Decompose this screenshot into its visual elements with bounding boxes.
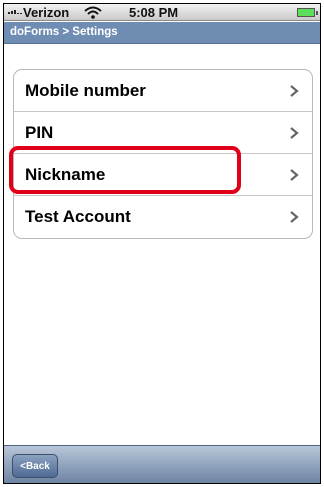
breadcrumb: doForms > Settings xyxy=(10,26,118,38)
battery-icon xyxy=(297,8,318,17)
settings-item-label: Mobile number xyxy=(25,81,146,100)
phone-screen: Verizon 5:08 PM doForms > Settings Mobil… xyxy=(3,3,321,484)
bottom-toolbar: <Back xyxy=(4,445,320,483)
chevron-right-icon xyxy=(290,85,299,97)
chevron-right-icon xyxy=(290,127,299,139)
chevron-right-icon xyxy=(290,169,299,181)
settings-item-label: Test Account xyxy=(25,207,131,226)
settings-item-mobile-number[interactable]: Mobile number xyxy=(14,70,312,112)
status-bar: Verizon 5:08 PM xyxy=(4,4,320,21)
settings-item-nickname[interactable]: Nickname xyxy=(14,154,312,196)
settings-item-label: Nickname xyxy=(25,165,106,184)
settings-content: Mobile number PIN Nickname Test Account xyxy=(4,45,320,445)
settings-item-test-account[interactable]: Test Account xyxy=(14,196,312,238)
settings-item-label: PIN xyxy=(25,123,54,142)
wifi-icon xyxy=(84,6,102,19)
back-button[interactable]: <Back xyxy=(12,454,58,478)
carrier-name: Verizon xyxy=(23,5,70,20)
settings-item-pin[interactable]: PIN xyxy=(14,112,312,154)
status-time: 5:08 PM xyxy=(129,5,179,20)
chevron-right-icon xyxy=(290,211,299,223)
title-bar: doForms > Settings xyxy=(4,22,320,44)
settings-list: Mobile number PIN Nickname Test Account xyxy=(13,69,313,239)
